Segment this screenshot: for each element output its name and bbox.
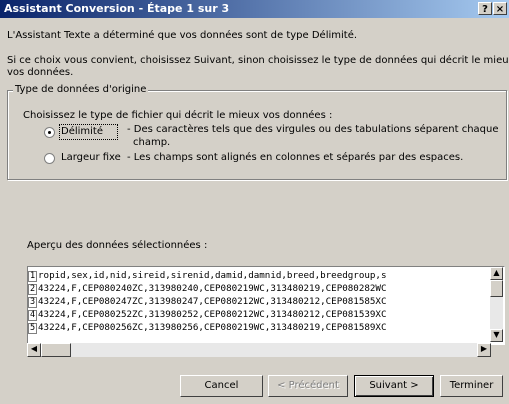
- finish-button[interactable]: Terminer: [440, 375, 503, 397]
- help-button[interactable]: ?: [478, 2, 492, 15]
- intro-text: L'Assistant Texte a déterminé que vos do…: [7, 30, 358, 41]
- row-number: 1: [28, 271, 37, 282]
- row-number: 2: [28, 284, 37, 295]
- scroll-down-arrow-icon[interactable]: ▼: [490, 329, 503, 342]
- scroll-left-arrow-icon[interactable]: ◀: [27, 343, 41, 357]
- row-text: 43224,F,CEP080256ZC,313980256,CEP080219W…: [38, 322, 387, 333]
- scroll-right-arrow-icon[interactable]: ▶: [477, 343, 491, 357]
- row-text: 43224,F,CEP080240ZC,313980240,CEP080219W…: [38, 283, 387, 294]
- group-legend: Type de données d'origine: [13, 84, 149, 95]
- row-number: 5: [28, 323, 37, 334]
- fixed-width-radio[interactable]: [44, 153, 55, 164]
- row-text: 43224,F,CEP080247ZC,313980247,CEP080212W…: [38, 296, 387, 307]
- horizontal-scrollbar[interactable]: ◀ ▶: [27, 343, 491, 357]
- group-prompt: Choisissez le type de fichier qui décrit…: [23, 110, 333, 121]
- instruction-text-line2: vos données.: [7, 67, 74, 78]
- window-title: Assistant Conversion - Étape 1 sur 3: [4, 2, 230, 15]
- fixed-width-label[interactable]: Largeur fixe: [61, 152, 121, 163]
- row-text: 43224,F,CEP080252ZC,313980252,CEP080212W…: [38, 309, 387, 320]
- instruction-text-line1: Si ce choix vous convient, choisissez Su…: [7, 55, 509, 66]
- delimited-description-line1: - Des caractères tels que des virgules o…: [127, 124, 499, 135]
- preview-label: Aperçu des données sélectionnées :: [27, 240, 208, 251]
- delimited-radio[interactable]: [44, 127, 55, 138]
- preview-row: 4 43224,F,CEP080252ZC,313980252,CEP080212…: [28, 309, 498, 321]
- preview-row: 3 43224,F,CEP080247ZC,313980247,CEP080212…: [28, 296, 498, 308]
- preview-row: 2 43224,F,CEP080240ZC,313980240,CEP080219…: [28, 283, 498, 295]
- cancel-button[interactable]: Cancel: [180, 375, 263, 397]
- hscroll-thumb[interactable]: [41, 343, 71, 357]
- wizard-dialog: Assistant Conversion - Étape 1 sur 3 ? ×…: [0, 0, 509, 404]
- row-number: 3: [28, 297, 37, 308]
- fixed-width-description: - Les champs sont alignés en colonnes et…: [127, 152, 464, 163]
- previous-button[interactable]: < Précédent: [268, 375, 348, 397]
- scroll-thumb[interactable]: [490, 280, 503, 297]
- preview-row: 1 ropid,sex,id,nid,sireid,sirenid,damid,d…: [28, 270, 498, 282]
- delimited-label[interactable]: Délimité: [61, 126, 103, 137]
- scroll-up-arrow-icon[interactable]: ▲: [490, 267, 503, 280]
- next-button[interactable]: Suivant >: [354, 375, 434, 397]
- row-number: 4: [28, 310, 37, 321]
- preview-row: 5 43224,F,CEP080256ZC,313980256,CEP080219…: [28, 322, 498, 334]
- row-text: ropid,sex,id,nid,sireid,sirenid,damid,da…: [38, 270, 387, 281]
- vertical-scrollbar[interactable]: ▲ ▼: [490, 267, 503, 342]
- delimited-description-line2: champ.: [133, 137, 171, 148]
- data-preview[interactable]: 1 ropid,sex,id,nid,sireid,sirenid,damid,d…: [27, 266, 505, 345]
- close-button[interactable]: ×: [493, 2, 507, 15]
- title-bar[interactable]: Assistant Conversion - Étape 1 sur 3 ? ×: [0, 0, 509, 18]
